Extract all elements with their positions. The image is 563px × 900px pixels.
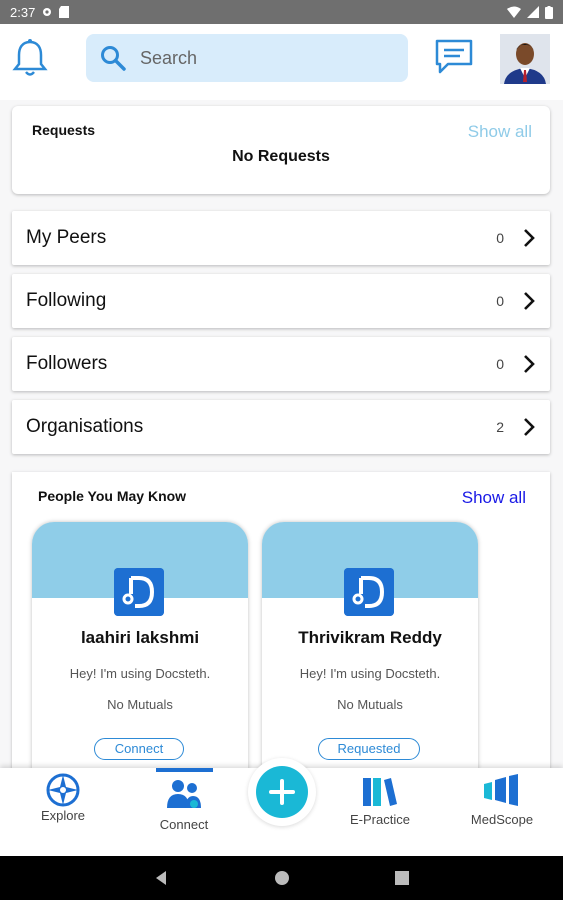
pymk-title: People You May Know <box>38 488 187 504</box>
requests-card: Requests Show all No Requests <box>12 106 550 194</box>
sd-card-icon <box>59 6 70 18</box>
add-post-button[interactable] <box>248 758 316 826</box>
recents-icon[interactable] <box>395 871 409 885</box>
chevron-right-icon <box>524 418 535 436</box>
my-peers-row[interactable]: My Peers 0 <box>12 211 550 265</box>
requests-show-all-link[interactable]: Show all <box>468 122 532 142</box>
nav-label: Connect <box>159 817 209 832</box>
home-icon[interactable] <box>274 870 290 886</box>
organisations-row[interactable]: Organisations 2 <box>12 400 550 454</box>
battery-icon <box>545 5 553 19</box>
search-bar[interactable]: Search <box>86 34 408 82</box>
chevron-right-icon <box>524 355 535 373</box>
nav-label: E-Practice <box>350 812 410 827</box>
chevron-right-icon <box>524 229 535 247</box>
person-name: laahiri lakshmi <box>80 628 200 647</box>
row-count: 0 <box>496 230 504 246</box>
docsteth-logo-icon <box>344 568 394 616</box>
requests-empty-text: No Requests <box>232 148 330 165</box>
chat-icon[interactable] <box>434 38 474 76</box>
row-count: 2 <box>496 419 504 435</box>
person-mutuals: No Mutuals <box>337 697 403 712</box>
bottom-nav: Explore Connect E-Practice MedScope <box>0 758 563 856</box>
nav-e-practice[interactable]: E-Practice <box>340 768 420 856</box>
status-bar: 2:37 <box>0 0 563 24</box>
row-label: Following <box>26 290 107 311</box>
person-card[interactable]: laahiri lakshmi Hey! I'm using Docsteth.… <box>32 522 248 782</box>
requests-title: Requests <box>32 122 96 138</box>
profile-photo-icon <box>500 34 550 84</box>
books-icon <box>363 778 397 806</box>
nav-label: Explore <box>40 808 86 823</box>
plus-icon-circle <box>256 766 308 818</box>
wifi-icon <box>507 6 521 18</box>
avatar[interactable] <box>500 34 550 84</box>
system-nav-bar <box>0 856 563 900</box>
top-bar: Search <box>0 24 563 100</box>
person-status: Hey! I'm using Docsteth. <box>299 666 441 681</box>
signal-icon <box>527 6 539 18</box>
row-count: 0 <box>496 356 504 372</box>
row-count: 0 <box>496 293 504 309</box>
search-input[interactable]: Search <box>140 48 197 69</box>
person-mutuals: No Mutuals <box>107 697 173 712</box>
followers-row[interactable]: Followers 0 <box>12 337 550 391</box>
row-label: My Peers <box>26 227 107 248</box>
back-icon[interactable] <box>154 870 168 886</box>
bell-icon[interactable] <box>12 38 48 78</box>
row-label: Organisations <box>26 416 144 437</box>
settings-icon <box>43 8 52 16</box>
person-name: Thrivikram Reddy <box>298 628 442 647</box>
person-card[interactable]: Thrivikram Reddy Hey! I'm using Docsteth… <box>262 522 478 782</box>
medscope-icon <box>484 774 518 806</box>
plus-icon <box>269 779 295 805</box>
compass-icon <box>46 773 80 807</box>
chevron-right-icon <box>524 292 535 310</box>
nav-explore[interactable]: Explore <box>28 768 98 856</box>
person-status: Hey! I'm using Docsteth. <box>69 666 211 681</box>
row-label: Followers <box>26 353 108 374</box>
search-icon <box>101 46 126 71</box>
pymk-show-all-link[interactable]: Show all <box>462 488 526 508</box>
requested-button[interactable]: Requested <box>318 738 420 760</box>
nav-label: MedScope <box>470 812 534 827</box>
nav-medscope[interactable]: MedScope <box>462 768 542 856</box>
connect-button[interactable]: Connect <box>94 738 184 760</box>
following-row[interactable]: Following 0 <box>12 274 550 328</box>
docsteth-logo-icon <box>114 568 164 616</box>
nav-connect[interactable]: Connect <box>146 768 222 856</box>
status-time: 2:37 <box>10 4 36 20</box>
people-icon <box>167 780 201 808</box>
people-you-may-know-card: People You May Know Show all laahiri lak… <box>12 472 550 782</box>
